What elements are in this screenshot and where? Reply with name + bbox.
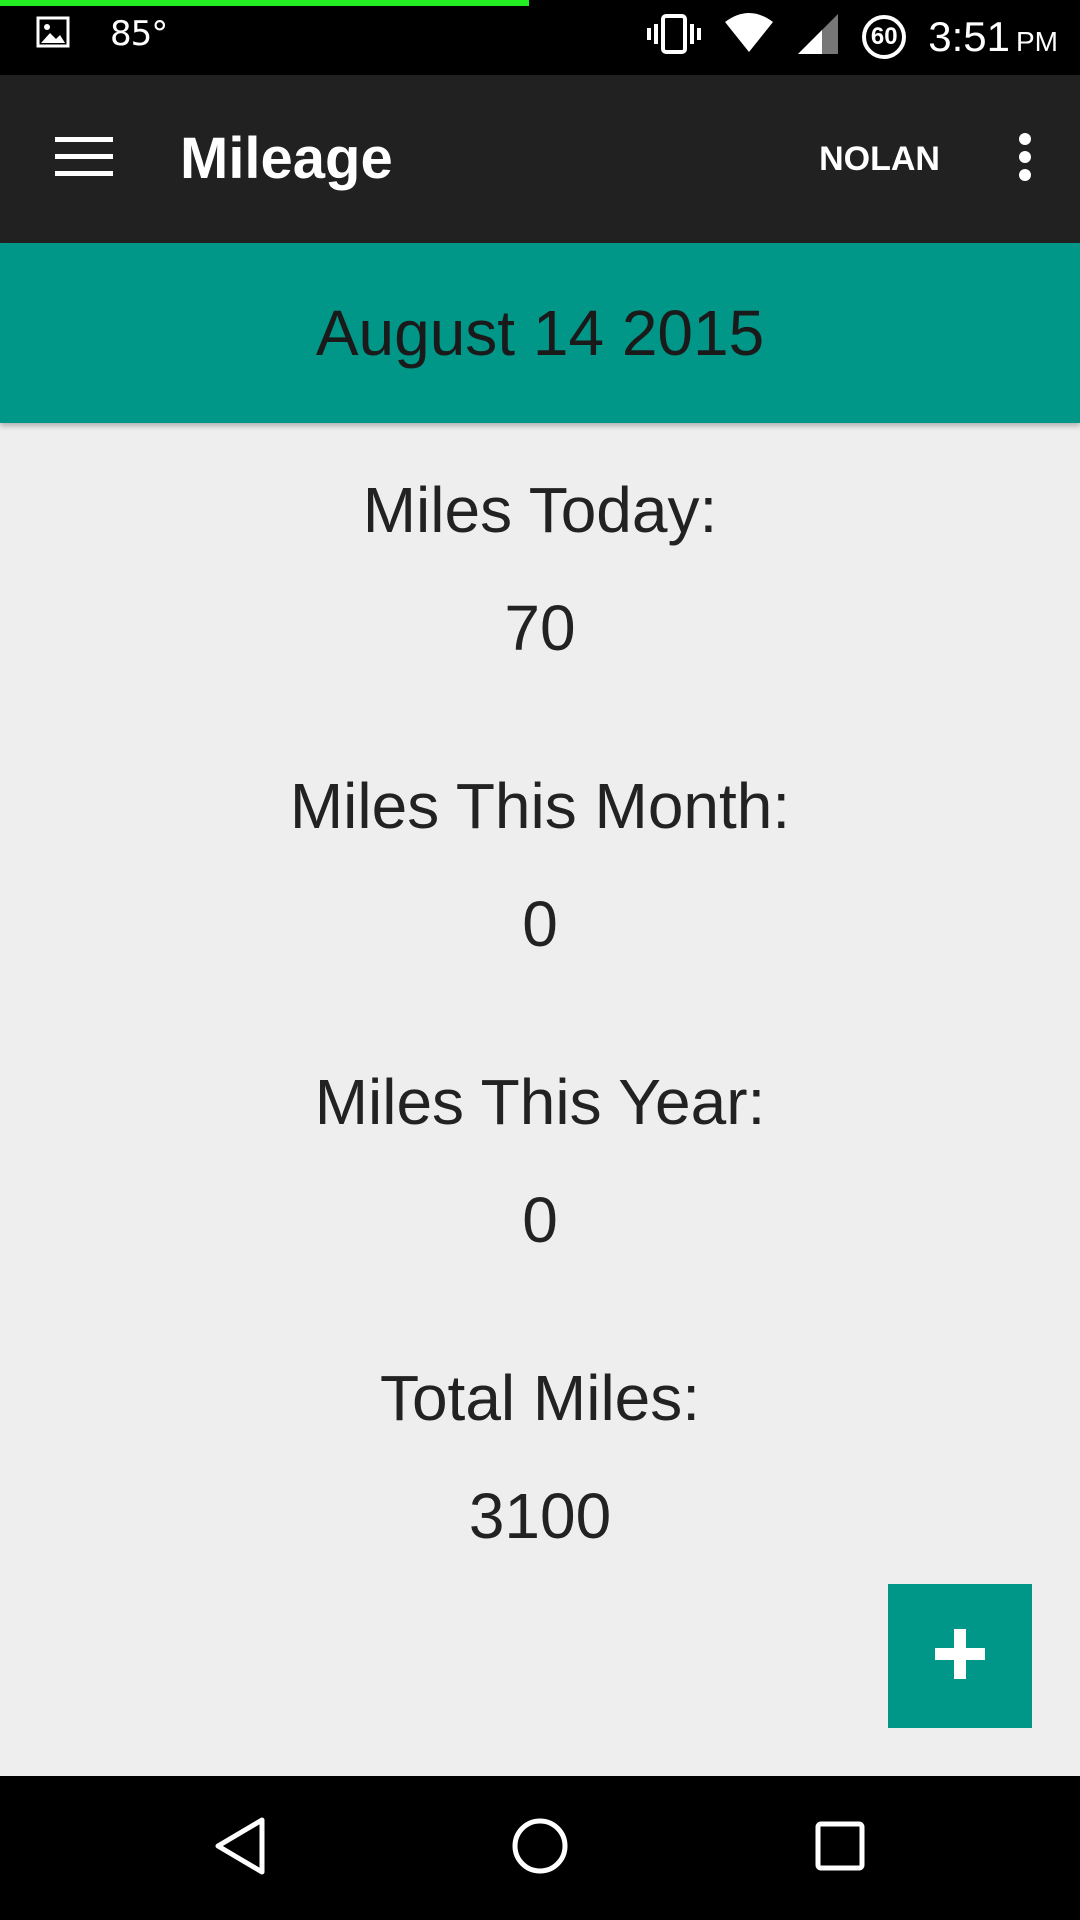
vibrate-icon <box>646 12 702 61</box>
current-date: August 14 2015 <box>315 297 765 369</box>
miles-year-block: Miles This Year: 0 <box>0 1062 1080 1358</box>
miles-today-value: 70 <box>504 592 576 664</box>
signal-icon <box>796 12 840 61</box>
home-icon <box>510 1816 570 1881</box>
recents-button[interactable] <box>800 1808 880 1888</box>
back-button[interactable] <box>200 1808 280 1888</box>
miles-year-value: 0 <box>522 1184 558 1256</box>
hamburger-menu-button[interactable] <box>40 127 128 191</box>
recents-icon <box>814 1820 866 1877</box>
plus-icon <box>933 1627 987 1686</box>
wifi-icon <box>724 12 774 61</box>
speed-limit-badge: 60 <box>862 14 907 59</box>
clock-ampm: PM <box>1016 25 1058 57</box>
date-banner: August 14 2015 <box>0 243 1080 423</box>
status-bar-left: 85° <box>36 14 168 54</box>
user-action-button[interactable]: NOLAN <box>819 137 940 181</box>
back-icon <box>212 1816 268 1881</box>
miles-today-label: Miles Today: <box>362 474 718 546</box>
clock: 3:51 PM <box>928 13 1058 61</box>
overflow-menu-icon <box>1018 132 1032 187</box>
miles-month-label: Miles This Month: <box>289 770 791 842</box>
miles-month-value: 0 <box>522 888 558 960</box>
total-miles-label: Total Miles: <box>379 1362 701 1434</box>
app-bar: Mileage NOLAN <box>0 75 1080 243</box>
temperature-text: 85° <box>110 14 168 54</box>
miles-month-block: Miles This Month: 0 <box>0 766 1080 1062</box>
system-nav-bar <box>0 1776 1080 1920</box>
status-bar-right: 60 3:51 PM <box>646 12 1058 61</box>
total-miles-value: 3100 <box>468 1480 612 1552</box>
miles-year-label: Miles This Year: <box>314 1066 766 1138</box>
download-progress-bar <box>0 0 530 6</box>
hamburger-menu-icon <box>55 135 113 184</box>
app-title: Mileage <box>180 126 393 191</box>
overflow-menu-button[interactable] <box>1000 127 1050 191</box>
add-mileage-button[interactable] <box>888 1584 1032 1728</box>
miles-today-block: Miles Today: 70 <box>0 470 1080 766</box>
home-button[interactable] <box>500 1808 580 1888</box>
clock-time: 3:51 <box>928 12 1010 60</box>
mileage-stats: Miles Today: 70 Miles This Month: 0 Mile… <box>0 470 1080 1654</box>
status-bar: 85° 60 3:51 PM <box>0 0 1080 75</box>
image-icon <box>36 16 70 53</box>
